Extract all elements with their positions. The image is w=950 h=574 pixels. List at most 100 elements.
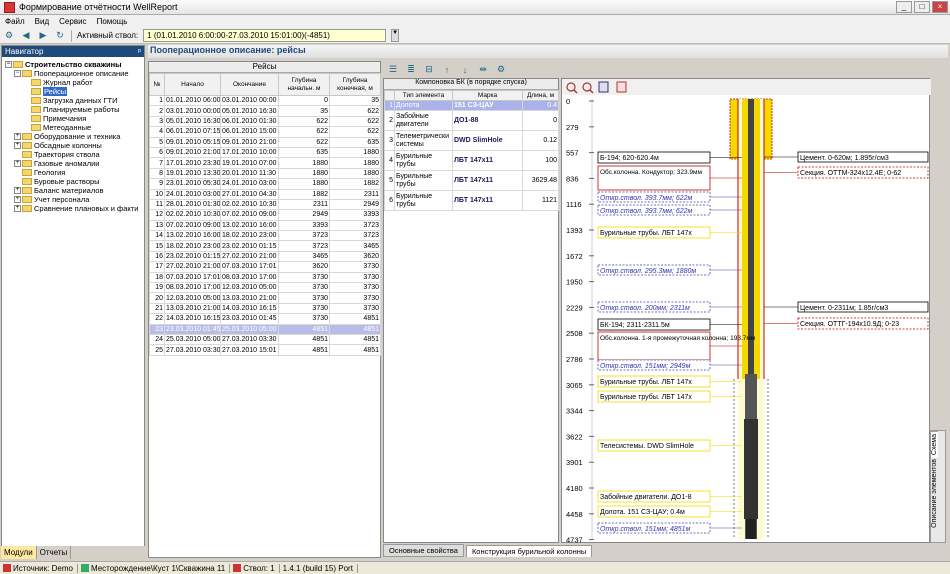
split-icon[interactable]: ⇹	[477, 64, 489, 76]
table-cell[interactable]: 19.01.2010 13:30	[164, 167, 221, 180]
table-cell[interactable]: 1880	[329, 167, 381, 180]
tab-scheme[interactable]: Схема	[931, 431, 938, 458]
table-cell[interactable]: 0.12	[522, 130, 559, 151]
print-icon[interactable]	[598, 81, 609, 93]
table-cell[interactable]: 2949	[329, 198, 381, 211]
table-cell[interactable]: 13.03.2010 21:00	[220, 292, 279, 304]
table-cell[interactable]: 3393	[278, 219, 330, 232]
table-row[interactable]: 20 12.03.2010 05:00 13.03.2010 21:00 3730 37…	[149, 292, 381, 304]
tab-modules[interactable]: Модули	[1, 546, 37, 559]
table-row[interactable]: 5 09.01.2010 05:15 09.01.2010 21:00 622 635	[149, 136, 381, 148]
table-cell[interactable]: 1880	[329, 146, 381, 159]
table-cell[interactable]: 4851	[329, 333, 381, 346]
table-row[interactable]: 11 28.01.2010 01:30 02.02.2010 10:30 2311 29…	[149, 198, 381, 211]
column-header[interactable]	[384, 90, 395, 101]
expand-icon[interactable]: +	[14, 205, 21, 212]
table-row[interactable]: 9 23.01.2010 05:30 24.01.2010 03:00 1880 188…	[149, 178, 381, 190]
table-cell[interactable]: 3723	[329, 230, 381, 242]
table-cell[interactable]: 3393	[329, 209, 381, 221]
table-cell[interactable]: 02.02.2010 10:30	[164, 209, 221, 221]
table-cell[interactable]: 01.01.2010 06:00	[164, 94, 221, 107]
table-cell[interactable]: 3	[384, 130, 395, 151]
table-cell[interactable]: 1880	[278, 157, 330, 169]
tree-item[interactable]: Буровые растворы	[2, 177, 144, 186]
table-cell[interactable]: 1121	[522, 190, 559, 211]
table-cell[interactable]: 06.01.2010 01:30	[220, 115, 279, 128]
table-cell[interactable]: 3730	[329, 271, 381, 284]
table-cell[interactable]: 06.01.2010 15:00	[220, 126, 279, 138]
table-cell[interactable]: 3629.48	[522, 170, 559, 191]
table-row[interactable]: 6 Бурильные трубы ЛБТ 147х11 1121	[384, 190, 559, 211]
table-cell[interactable]: 4851	[278, 344, 330, 356]
table-cell[interactable]: ДО1-88	[452, 110, 523, 131]
tree-item[interactable]: + Баланс материалов	[2, 186, 144, 195]
tree-item[interactable]: + Оборудование и техника	[2, 132, 144, 141]
column-header[interactable]: Марка	[452, 90, 523, 101]
table-cell[interactable]: 622	[278, 115, 330, 128]
table-cell[interactable]: 3620	[329, 250, 381, 263]
table-cell[interactable]: 1880	[329, 157, 381, 169]
table-cell[interactable]: 18	[149, 271, 165, 284]
table-cell[interactable]: 22	[149, 313, 165, 325]
table-cell[interactable]: 3730	[329, 261, 381, 273]
table-cell[interactable]: ЛБТ 147х11	[452, 150, 523, 171]
table-cell[interactable]: 25	[149, 344, 165, 356]
expand-icon[interactable]: +	[14, 196, 21, 203]
table-cell[interactable]: 09.01.2010 21:00	[220, 136, 279, 148]
table-cell[interactable]: 635	[278, 146, 330, 159]
table-row[interactable]: 2 03.01.2010 00:00 05.01.2010 16:30 35 622	[149, 105, 381, 117]
table-row[interactable]: 1 01.01.2010 06:00 03.01.2010 00:00 0 35	[149, 94, 381, 107]
table-row[interactable]: 3 Телеметрически системы DWD SlimHole 0.12	[384, 130, 559, 151]
menu-file[interactable]: Файл	[5, 17, 25, 26]
collapse-icon[interactable]: −	[5, 61, 12, 68]
table-cell[interactable]: 10	[149, 188, 165, 200]
table-cell[interactable]: 13.02.2010 16:00	[220, 219, 279, 232]
table-cell[interactable]: 23.02.2010 01:15	[220, 240, 279, 252]
table-row[interactable]: 22 14.03.2010 16:15 23.03.2010 01:45 3730 48…	[149, 313, 381, 325]
table-cell[interactable]: 14.03.2010 16:15	[164, 313, 221, 325]
pin-icon[interactable]: ᵖ	[138, 46, 141, 57]
tab-element-description[interactable]: Описание элементов	[931, 457, 938, 530]
tree-item[interactable]: − Пооперационное описание	[2, 69, 144, 78]
tree-item[interactable]: + Обсадные колонны	[2, 141, 144, 150]
tree-item[interactable]: Планируемые работы	[2, 105, 144, 114]
table-cell[interactable]: 09.01.2010 21:00	[164, 146, 221, 159]
table-cell[interactable]: 635	[329, 136, 381, 148]
expand-icon[interactable]: +	[14, 142, 21, 149]
table-cell[interactable]: 622	[329, 105, 381, 117]
table-cell[interactable]: 12	[149, 209, 165, 221]
forward-icon[interactable]: ▶	[37, 30, 49, 42]
table-cell[interactable]: 16	[149, 250, 165, 263]
table-cell[interactable]: 17.01.2010 10:00	[220, 146, 279, 159]
table-cell[interactable]: 27.03.2010 03:30	[164, 344, 221, 356]
table-cell[interactable]: 06.01.2010 07:15	[164, 126, 221, 138]
table-row[interactable]: 12 02.02.2010 10:30 07.02.2010 09:00 2949 33…	[149, 209, 381, 221]
table-row[interactable]: 4 06.01.2010 07:15 06.01.2010 15:00 622 622	[149, 126, 381, 138]
table-cell[interactable]: 17	[149, 261, 165, 273]
tree-item[interactable]: Траектория ствола	[2, 150, 144, 159]
table-cell[interactable]: 27.01.2010 04:30	[220, 188, 279, 200]
column-header[interactable]: Окончание	[220, 73, 279, 96]
table-row[interactable]: 23 23.03.2010 01:45 25.03.2010 05:00 4851 48…	[149, 323, 381, 336]
table-cell[interactable]: ЛБТ 147х11	[452, 170, 523, 191]
table-cell[interactable]: 7	[149, 157, 165, 169]
table-cell[interactable]: 18.02.2010 23:00	[164, 240, 221, 252]
table-row[interactable]: 18 07.03.2010 17:01 08.03.2010 17:00 3730 37…	[149, 271, 381, 284]
table-row[interactable]: 2 Забойные двигатели ДО1-88 0	[384, 110, 559, 131]
table-cell[interactable]: 03.01.2010 00:00	[220, 94, 279, 107]
table-cell[interactable]: 2	[149, 105, 165, 117]
table-cell[interactable]: 27.03.2010 15:01	[220, 344, 279, 356]
table-cell[interactable]: 622	[278, 136, 330, 148]
tab-drill-string[interactable]: Конструкция бурильной колонны	[465, 545, 593, 557]
table-cell[interactable]: 3	[149, 115, 165, 128]
table-cell[interactable]: 0	[278, 94, 330, 107]
table-cell[interactable]: 02.02.2010 10:30	[220, 198, 279, 211]
table-cell[interactable]: 21	[149, 302, 165, 315]
move-down-icon[interactable]: ↓	[459, 64, 471, 76]
table-cell[interactable]: 2	[384, 110, 395, 131]
table-cell[interactable]: 07.03.2010 17:01	[164, 271, 221, 284]
tab-main-properties[interactable]: Основные свойства	[383, 544, 464, 557]
table-row[interactable]: 6 09.01.2010 21:00 17.01.2010 10:00 635 1880	[149, 146, 381, 159]
table-cell[interactable]: 5	[384, 170, 395, 191]
delete-row-icon[interactable]: ⊟	[423, 64, 435, 76]
